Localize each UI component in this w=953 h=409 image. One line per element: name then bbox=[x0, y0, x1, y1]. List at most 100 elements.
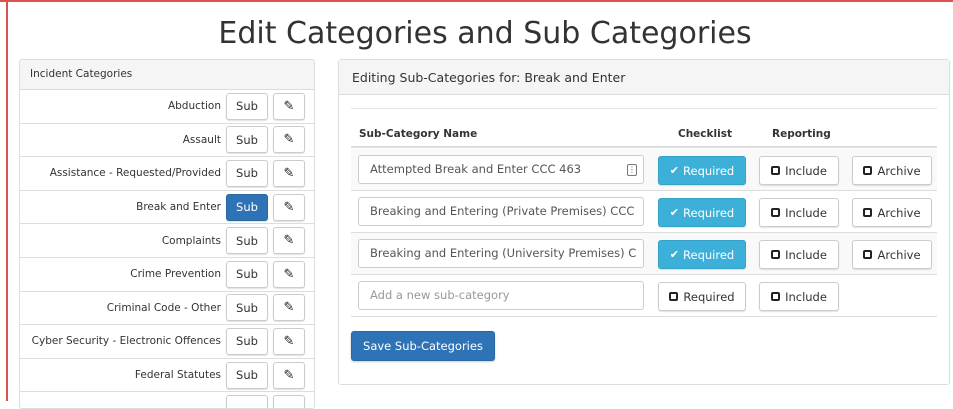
required-toggle[interactable]: Required bbox=[658, 282, 746, 311]
sub-button-federal-statutes[interactable]: Sub bbox=[226, 361, 268, 389]
category-row-criminal-code-other: Criminal Code - Other Sub ✎ bbox=[20, 292, 314, 326]
edit-button-assistance[interactable]: ✎ bbox=[273, 159, 305, 187]
pencil-icon: ✎ bbox=[283, 266, 295, 282]
sub-button-abduction[interactable]: Sub bbox=[226, 92, 268, 120]
pencil-icon: ✎ bbox=[283, 300, 295, 316]
checkbox-icon bbox=[771, 166, 781, 175]
checkbox-icon bbox=[863, 208, 873, 217]
sub-category-name-input[interactable]: Attempted Break and Enter CCC 463 ⋮ bbox=[358, 155, 644, 184]
category-row-assault: Assault Sub ✎ bbox=[20, 124, 314, 158]
checkmark-icon: ✔ bbox=[669, 206, 680, 219]
category-row-assistance: Assistance - Requested/Provided Sub ✎ bbox=[20, 157, 314, 191]
edit-button-criminal-code-other[interactable]: ✎ bbox=[273, 294, 305, 322]
pencil-icon: ✎ bbox=[283, 233, 295, 249]
include-toggle[interactable]: Include bbox=[759, 282, 839, 311]
archive-toggle[interactable]: Archive bbox=[852, 240, 932, 269]
checkbox-icon bbox=[771, 292, 781, 301]
category-label: Abduction bbox=[167, 100, 221, 113]
sub-category-name-value: Breaking and Entering (Private Premises)… bbox=[370, 204, 635, 218]
sub-category-row: Breaking and Entering (University Premis… bbox=[351, 233, 937, 275]
checkmark-icon: ✔ bbox=[669, 248, 680, 261]
edit-button-break-and-enter[interactable]: ✎ bbox=[273, 193, 305, 221]
sub-category-name-value: Attempted Break and Enter CCC 463 bbox=[370, 162, 582, 176]
sub-category-row: Attempted Break and Enter CCC 463 ⋮ ✔ Req… bbox=[351, 149, 937, 191]
incident-categories-heading: Incident Categories bbox=[20, 60, 314, 90]
category-row-abduction: Abduction Sub ✎ bbox=[20, 90, 314, 124]
checkbox-icon bbox=[863, 250, 873, 259]
include-label: Include bbox=[785, 247, 827, 262]
include-toggle[interactable]: Include bbox=[759, 240, 839, 269]
required-toggle[interactable]: ✔ Required bbox=[658, 240, 746, 269]
category-label: Cyber Security - Electronic Offences bbox=[31, 335, 221, 348]
input-menu-icon[interactable]: ⋮ bbox=[627, 164, 637, 176]
sub-button-complaints[interactable]: Sub bbox=[226, 227, 268, 255]
new-sub-category-placeholder: Add a new sub-category bbox=[370, 288, 510, 302]
sub-button-crime-prevention[interactable]: Sub bbox=[226, 260, 268, 288]
checkbox-icon bbox=[669, 292, 679, 301]
sub-button-criminal-code-other[interactable]: Sub bbox=[226, 294, 268, 322]
required-toggle[interactable]: ✔ Required bbox=[658, 198, 746, 227]
incident-categories-panel: Incident Categories Abduction Sub ✎ Assa… bbox=[19, 59, 315, 409]
category-row-federal-statutes: Federal Statutes Sub ✎ bbox=[20, 359, 314, 393]
pencil-icon: ✎ bbox=[283, 98, 295, 114]
pencil-icon: ✎ bbox=[283, 367, 295, 383]
category-label: Complaints bbox=[161, 234, 221, 247]
include-label: Include bbox=[785, 289, 827, 304]
save-sub-categories-button[interactable]: Save Sub-Categories bbox=[351, 331, 495, 361]
sub-category-name-value: Breaking and Entering (University Premis… bbox=[370, 246, 637, 260]
sub-category-row: Breaking and Entering (Private Premises)… bbox=[351, 191, 937, 233]
edit-button-crime-prevention[interactable]: ✎ bbox=[273, 260, 305, 288]
pencil-icon: ✎ bbox=[283, 165, 295, 181]
required-label: Required bbox=[683, 289, 735, 304]
pencil-icon: ✎ bbox=[283, 199, 295, 215]
include-toggle[interactable]: Include bbox=[759, 156, 839, 185]
checkbox-icon bbox=[863, 166, 873, 175]
edit-button-assault[interactable]: ✎ bbox=[273, 126, 305, 154]
sub-button-cyber-security[interactable]: Sub bbox=[226, 327, 268, 355]
category-label: Assault bbox=[182, 133, 221, 146]
new-sub-category-row: Add a new sub-category Required Include bbox=[351, 275, 937, 317]
sub-button-break-and-enter[interactable]: Sub bbox=[226, 193, 268, 221]
include-toggle[interactable]: Include bbox=[759, 198, 839, 227]
column-header-reporting: Reporting bbox=[772, 128, 831, 140]
archive-label: Archive bbox=[877, 247, 921, 262]
sub-button-assault[interactable]: Sub bbox=[226, 126, 268, 154]
category-row-cyber-security: Cyber Security - Electronic Offences Sub… bbox=[20, 325, 314, 359]
category-label: Criminal Code - Other bbox=[106, 301, 221, 314]
page-title: Edit Categories and Sub Categories bbox=[218, 16, 752, 51]
category-row-break-and-enter: Break and Enter Sub ✎ bbox=[20, 191, 314, 225]
required-label: Required bbox=[683, 205, 735, 220]
column-header-name: Sub-Category Name bbox=[359, 128, 478, 140]
pencil-icon: ✎ bbox=[283, 333, 295, 349]
checkbox-icon bbox=[771, 208, 781, 217]
column-header-checklist: Checklist bbox=[678, 128, 732, 140]
required-label: Required bbox=[683, 247, 735, 262]
edit-button-federal-statutes[interactable]: ✎ bbox=[273, 361, 305, 389]
archive-toggle[interactable]: Archive bbox=[852, 198, 932, 227]
edit-button-abduction[interactable]: ✎ bbox=[273, 92, 305, 120]
required-toggle[interactable]: ✔ Required bbox=[658, 156, 746, 185]
category-label: Crime Prevention bbox=[130, 268, 221, 281]
required-label: Required bbox=[683, 163, 735, 178]
sub-category-name-input[interactable]: Breaking and Entering (Private Premises)… bbox=[358, 197, 644, 226]
sub-button-assistance[interactable]: Sub bbox=[226, 159, 268, 187]
edit-button-cyber-security[interactable]: ✎ bbox=[273, 327, 305, 355]
pencil-icon: ✎ bbox=[283, 132, 295, 148]
archive-toggle[interactable]: Archive bbox=[852, 156, 932, 185]
edit-button-complaints[interactable]: ✎ bbox=[273, 227, 305, 255]
new-sub-category-input[interactable]: Add a new sub-category bbox=[358, 281, 644, 310]
archive-label: Archive bbox=[877, 205, 921, 220]
category-row-complaints: Complaints Sub ✎ bbox=[20, 224, 314, 258]
sub-category-name-input[interactable]: Breaking and Entering (University Premis… bbox=[358, 239, 644, 268]
category-label: Break and Enter bbox=[136, 201, 221, 214]
edit-button-partial[interactable] bbox=[273, 395, 305, 408]
sub-categories-panel: Editing Sub-Categories for: Break and En… bbox=[338, 59, 950, 385]
category-label: Federal Statutes bbox=[134, 369, 221, 382]
include-label: Include bbox=[785, 163, 827, 178]
sub-categories-table-header: Sub-Category Name Checklist Reporting bbox=[351, 122, 937, 148]
sub-button-partial[interactable] bbox=[226, 395, 268, 408]
category-row-crime-prevention: Crime Prevention Sub ✎ bbox=[20, 258, 314, 292]
frame-left-border bbox=[6, 0, 8, 401]
category-label: Assistance - Requested/Provided bbox=[49, 167, 221, 180]
divider bbox=[351, 108, 937, 109]
